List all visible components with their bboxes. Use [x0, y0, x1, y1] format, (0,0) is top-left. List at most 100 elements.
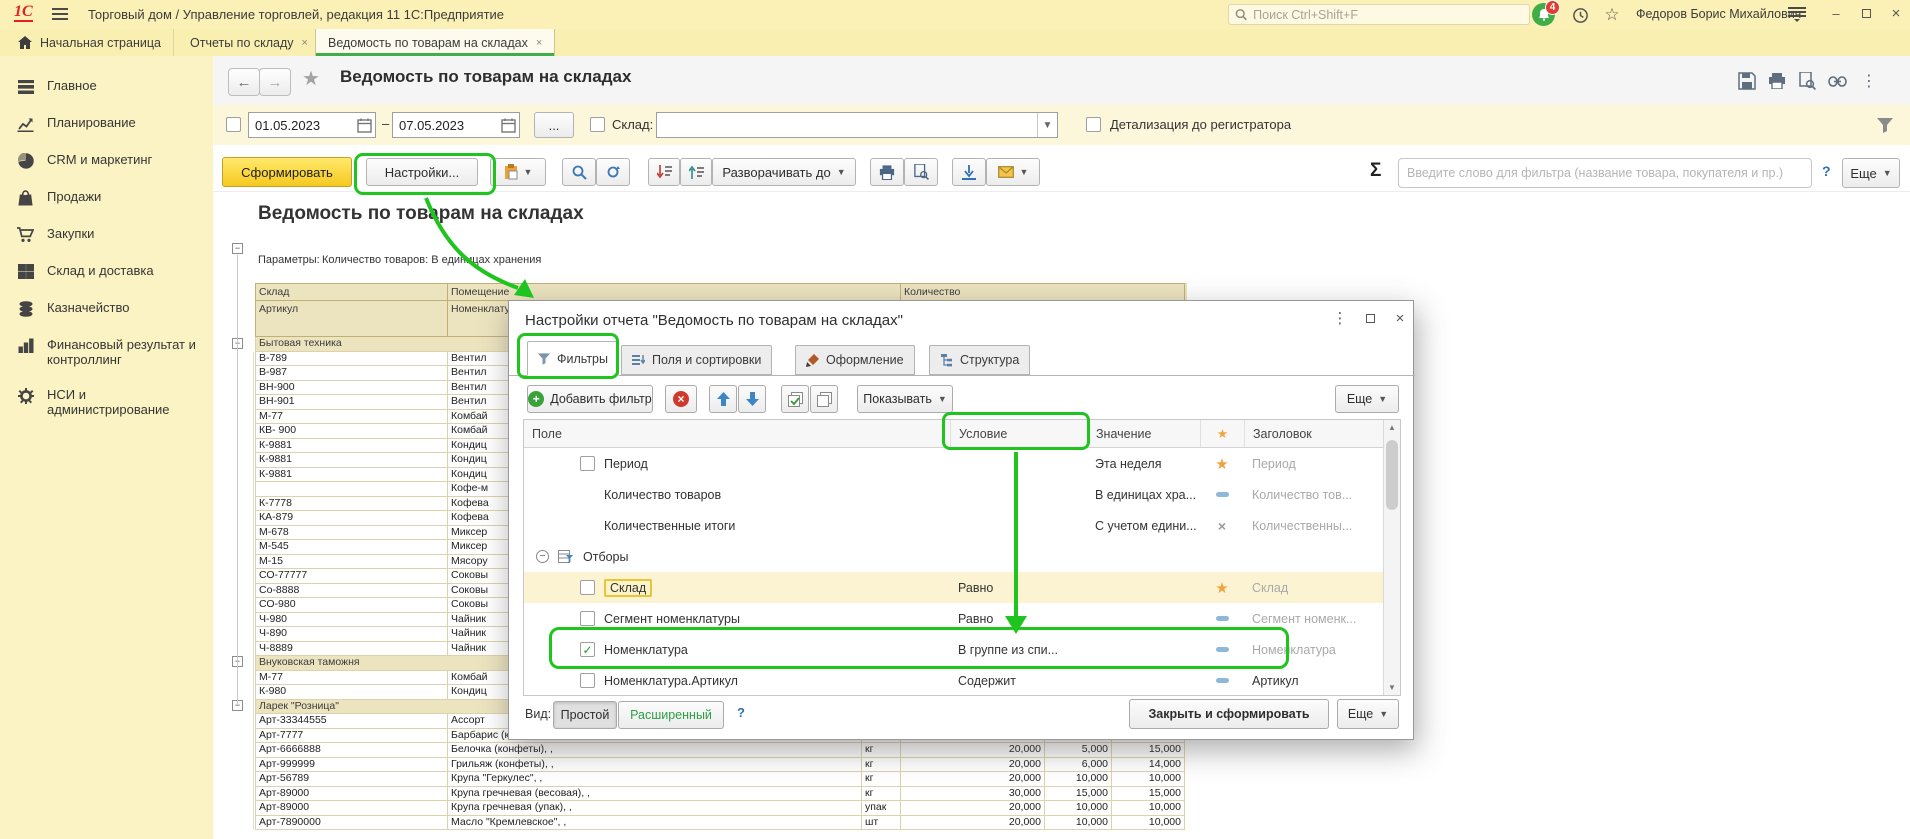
print-icon[interactable] [1766, 70, 1788, 92]
column-header-pomeshenie[interactable]: Помещение [448, 283, 901, 301]
scroll-thumb[interactable] [1386, 440, 1398, 510]
dash-flag-icon[interactable] [1216, 616, 1229, 621]
nav-back-button[interactable]: ← [228, 68, 260, 96]
current-user[interactable]: Федоров Борис Михайлович [1636, 7, 1801, 21]
header-condition[interactable]: Условие [950, 420, 1087, 447]
more-kebab-icon[interactable]: ⋮ [1858, 70, 1880, 92]
row-checkbox[interactable]: ✓ [580, 642, 595, 657]
star-flag-icon[interactable]: ★ [1215, 455, 1228, 473]
close-button[interactable]: × [1886, 5, 1906, 23]
collapse-circle-icon[interactable]: − [536, 550, 549, 563]
period-options-button[interactable]: ... [534, 112, 574, 138]
history-icon[interactable] [1570, 5, 1590, 25]
dash-flag-icon[interactable] [1216, 492, 1229, 497]
nav-forward-button[interactable]: → [259, 68, 291, 96]
sidebar-item-zakupki[interactable]: Закупки [0, 216, 213, 253]
favorite-star-icon[interactable]: ★ [302, 66, 320, 91]
uncheck-all-button[interactable] [810, 385, 838, 413]
filter-funnel-icon[interactable] [1874, 114, 1896, 136]
find-next-button[interactable] [596, 158, 630, 186]
row-checkbox[interactable] [580, 456, 595, 471]
global-search[interactable] [1228, 4, 1530, 25]
preview-button[interactable] [904, 158, 938, 186]
filter-row[interactable]: ПериодЭта неделя★Период [524, 448, 1400, 479]
dialog-more-button[interactable]: Еще ▼ [1337, 699, 1399, 729]
settings-button[interactable]: Настройки... [366, 158, 478, 186]
scroll-down-icon[interactable]: ▼ [1384, 683, 1400, 692]
export-button[interactable] [952, 158, 986, 186]
dialog-kebab-icon[interactable]: ⋮ [1329, 309, 1351, 329]
header-value[interactable]: Значение [1087, 420, 1200, 447]
dash-flag-icon[interactable] [1216, 647, 1229, 652]
grid-scrollbar[interactable]: ▲ ▼ [1383, 420, 1400, 695]
send-mail-button[interactable]: ▼ [986, 158, 1040, 186]
get-link-icon[interactable] [1826, 70, 1848, 92]
delete-filter-button[interactable]: × [665, 385, 697, 413]
dialog-close-button[interactable]: × [1389, 309, 1411, 329]
generate-button[interactable]: Сформировать [222, 157, 352, 187]
collapse-rows-button[interactable] [648, 158, 680, 186]
report-item-row[interactable]: Арт-7890000Масло "Кремлевское", ,шт20,00… [255, 816, 1187, 831]
filter-row[interactable]: ✓НоменклатураВ группе из спи...Номенклат… [524, 634, 1400, 665]
date-from-field[interactable] [248, 112, 376, 138]
report-item-row[interactable]: Арт-89000Крупа гречневая (упак), ,упак20… [255, 801, 1187, 816]
tab-close-icon[interactable]: × [302, 37, 308, 49]
sidebar-item-sklad[interactable]: Склад и доставка [0, 253, 213, 290]
filter-row[interactable]: Сегмент номенклатурыРавноСегмент номенк.… [524, 603, 1400, 634]
restore-button[interactable] [1856, 5, 1876, 23]
tab-close-icon[interactable]: × [536, 37, 542, 49]
row-checkbox[interactable] [580, 673, 595, 688]
report-item-row[interactable]: Арт-6666888Белочка (конфеты), ,кг20,0005… [255, 743, 1187, 758]
dialog-tab-appearance[interactable]: Оформление [795, 345, 915, 375]
date-to-field[interactable] [392, 112, 520, 138]
tab-vedomost-active[interactable]: Ведомость по товарам на складах × [315, 29, 555, 56]
sidebar-item-kaznacheystvo[interactable]: Казначейство [0, 290, 213, 327]
autosum-icon[interactable]: Σ [1370, 160, 1381, 182]
chevron-down-icon[interactable]: ▼ [1037, 113, 1057, 137]
dash-flag-icon[interactable] [1216, 678, 1229, 683]
dialog-tab-filters[interactable]: Фильтры [527, 341, 619, 376]
find-button[interactable] [562, 158, 596, 186]
row-checkbox[interactable] [580, 580, 595, 595]
filter-row[interactable]: −Отборы [524, 541, 1400, 572]
view-simple-button[interactable]: Простой [553, 701, 617, 729]
add-filter-button[interactable]: + Добавить фильтр [527, 385, 653, 413]
sidebar-item-nsi[interactable]: НСИ и администрирование [0, 377, 213, 427]
x-flag-icon[interactable]: × [1218, 518, 1226, 534]
more-button[interactable]: Еще ▼ [1842, 158, 1900, 188]
notifications-button[interactable]: 4 [1532, 2, 1560, 27]
sidebar-item-finrezultat[interactable]: Финансовый результат и контроллинг [0, 327, 213, 377]
report-variants-button[interactable]: ▼ [490, 158, 546, 186]
header-field[interactable]: Поле [524, 420, 950, 447]
expand-to-button[interactable]: Разворачивать до ▼ [712, 158, 856, 186]
collapse-report-icon[interactable]: − [232, 243, 243, 254]
minimize-button[interactable]: – [1826, 5, 1846, 23]
close-and-generate-button[interactable]: Закрыть и сформировать [1129, 699, 1329, 729]
print-button[interactable] [870, 158, 904, 186]
column-header-artikul[interactable]: Артикул [255, 301, 448, 337]
dialog-maximize-button[interactable] [1359, 309, 1381, 329]
main-menu-icon[interactable] [52, 8, 68, 20]
scroll-up-icon[interactable]: ▲ [1384, 423, 1400, 432]
sidebar-item-crm[interactable]: CRM и маркетинг [0, 142, 213, 179]
tab-otchety-po-skladu[interactable]: Отчеты по складу × [178, 29, 321, 56]
filter-row[interactable]: Количественные итогиС учетом едини...×Ко… [524, 510, 1400, 541]
move-up-button[interactable] [709, 385, 737, 413]
sklad-combo[interactable]: ▼ [656, 112, 1058, 138]
report-item-row[interactable]: Арт-999999Грильяж (конфеты), ,кг20,0006,… [255, 758, 1187, 773]
filter-row[interactable]: Количество товаровВ единицах хра...Колич… [524, 479, 1400, 510]
star-flag-icon[interactable]: ★ [1215, 579, 1228, 597]
sidebar-item-glavnoe[interactable]: Главное [0, 68, 213, 105]
filter-row[interactable]: Номенклатура.АртикулСодержитАртикул [524, 665, 1400, 696]
sklad-checkbox[interactable] [590, 117, 605, 132]
show-dropdown-button[interactable]: Показывать ▼ [857, 385, 953, 413]
check-all-button[interactable] [781, 385, 809, 413]
row-checkbox[interactable] [580, 611, 595, 626]
dialog-tab-fields-sorting[interactable]: Поля и сортировки [621, 345, 772, 375]
sklad-combo-input[interactable] [657, 113, 1037, 137]
quick-filter-input[interactable] [1407, 166, 1803, 180]
dialog-help-link[interactable]: ? [737, 705, 745, 720]
service-menu-icon[interactable] [1788, 7, 1806, 22]
sidebar-item-prodazhi[interactable]: Продажи [0, 179, 213, 216]
print-preview-icon[interactable] [1796, 70, 1818, 92]
